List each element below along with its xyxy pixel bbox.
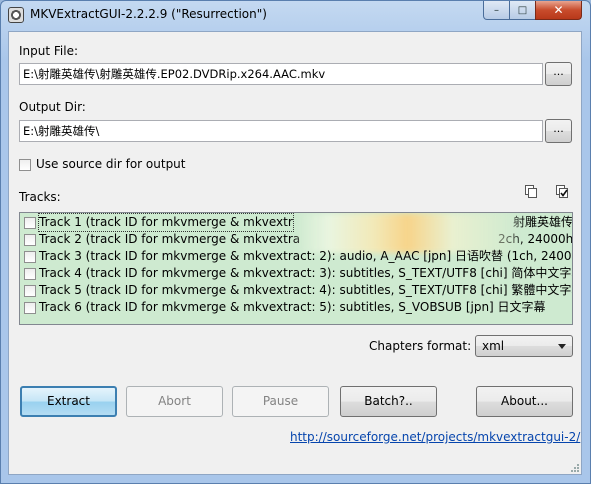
about-button[interactable]: About... xyxy=(476,386,573,417)
track-label: Track 4 (track ID for mkvmerge & mkvextr… xyxy=(39,266,573,280)
track-row[interactable]: Track 5 (track ID for mkvmerge & mkvextr… xyxy=(23,282,573,299)
abort-button[interactable]: Abort xyxy=(126,386,223,417)
output-dir-label: Output Dir: xyxy=(19,100,86,114)
select-all-icon[interactable] xyxy=(555,184,569,198)
track-row[interactable]: Track 4 (track ID for mkvmerge & mkvextr… xyxy=(23,265,573,282)
extract-button[interactable]: Extract xyxy=(20,386,117,417)
project-link[interactable]: http://sourceforge.net/projects/mkvextra… xyxy=(290,430,580,444)
use-source-dir-checkbox[interactable] xyxy=(19,159,31,171)
track-checkbox[interactable] xyxy=(24,268,36,280)
input-file-label: Input File: xyxy=(19,44,79,58)
tracks-label: Tracks: xyxy=(19,190,61,204)
chevron-down-icon xyxy=(558,344,566,349)
input-file-browse-button[interactable]: ... xyxy=(545,62,572,86)
copy-icon[interactable] xyxy=(524,184,538,198)
client-area: Input File: E:\射雕英雄传\射雕英雄传.EP02.DVDRip.x… xyxy=(8,31,582,475)
output-dir-browse-button[interactable]: ... xyxy=(545,119,572,143)
resize-grip-icon[interactable] xyxy=(569,462,579,472)
title-bar[interactable]: MKVExtractGUI-2.2.2.9 ("Resurrection") –… xyxy=(1,1,590,31)
app-icon[interactable] xyxy=(8,7,24,23)
track-row[interactable]: Track 6 (track ID for mkvmerge & mkvextr… xyxy=(23,299,572,316)
output-dir-field[interactable]: E:\射雕英雄传\ xyxy=(19,120,543,142)
track-checkbox[interactable] xyxy=(24,302,36,314)
track-checkbox[interactable] xyxy=(24,285,36,297)
track-checkbox[interactable] xyxy=(24,217,36,229)
chapters-format-label: Chapters format: xyxy=(369,339,472,353)
obscured-region xyxy=(295,213,520,253)
chapters-format-value: xml xyxy=(482,339,505,353)
track-label: Track 3 (track ID for mkvmerge & mkvextr… xyxy=(39,249,573,263)
track-label: Track 5 (track ID for mkvmerge & mkvextr… xyxy=(39,283,573,297)
minimize-button[interactable]: – xyxy=(483,1,510,20)
close-button[interactable]: ✕ xyxy=(535,1,582,20)
track-label-tail: 射雕英雄传 xyxy=(513,215,573,229)
window-title: MKVExtractGUI-2.2.2.9 ("Resurrection") xyxy=(30,7,267,21)
pause-button[interactable]: Pause xyxy=(232,386,329,417)
chapters-format-select[interactable]: xml xyxy=(475,335,573,357)
track-checkbox[interactable] xyxy=(24,234,36,246)
track-label: Track 2 (track ID for mkvmerge & mkvextr… xyxy=(39,232,301,246)
maximize-button[interactable]: □ xyxy=(509,1,536,20)
track-label: Track 6 (track ID for mkvmerge & mkvextr… xyxy=(39,300,546,314)
track-label: Track 1 (track ID for mkvmerge & mkvextr xyxy=(38,213,294,232)
track-row[interactable]: Track 3 (track ID for mkvmerge & mkvextr… xyxy=(23,248,573,265)
track-checkbox[interactable] xyxy=(24,251,36,263)
use-source-dir-label[interactable]: Use source dir for output xyxy=(36,157,186,171)
app-window: MKVExtractGUI-2.2.2.9 ("Resurrection") –… xyxy=(0,0,591,484)
batch-button[interactable]: Batch?.. xyxy=(340,386,437,417)
input-file-field[interactable]: E:\射雕英雄传\射雕英雄传.EP02.DVDRip.x264.AAC.mkv xyxy=(19,63,543,85)
tracks-list[interactable]: Track 1 (track ID for mkvmerge & mkvextr… xyxy=(19,212,573,325)
